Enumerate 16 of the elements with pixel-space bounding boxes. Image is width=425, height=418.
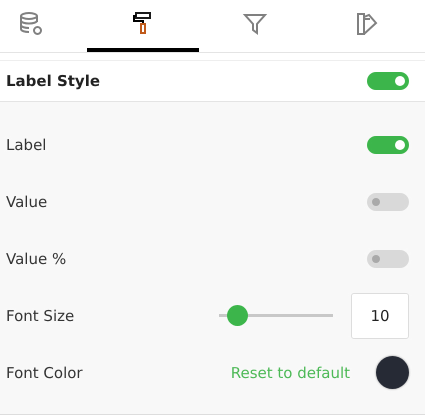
setting-label: Value % (6, 250, 68, 268)
color-swatch[interactable] (376, 356, 409, 389)
setting-label: Value (6, 192, 48, 210)
slider-thumb[interactable] (227, 305, 248, 326)
setting-label: Font Size (6, 306, 76, 324)
filter-icon (242, 11, 268, 37)
database-gear-icon (18, 11, 44, 37)
toggle-switch[interactable] (367, 72, 409, 90)
toggle-switch[interactable] (367, 192, 409, 210)
setting-label: Font Color (6, 364, 84, 382)
color-swatch-icon (354, 11, 380, 37)
section-title: Label Style (6, 72, 100, 90)
toggle-switch[interactable] (367, 136, 409, 154)
setting-label: Label (6, 136, 48, 154)
toggle-switch[interactable] (367, 250, 409, 268)
number-field[interactable]: 10 (351, 292, 409, 338)
